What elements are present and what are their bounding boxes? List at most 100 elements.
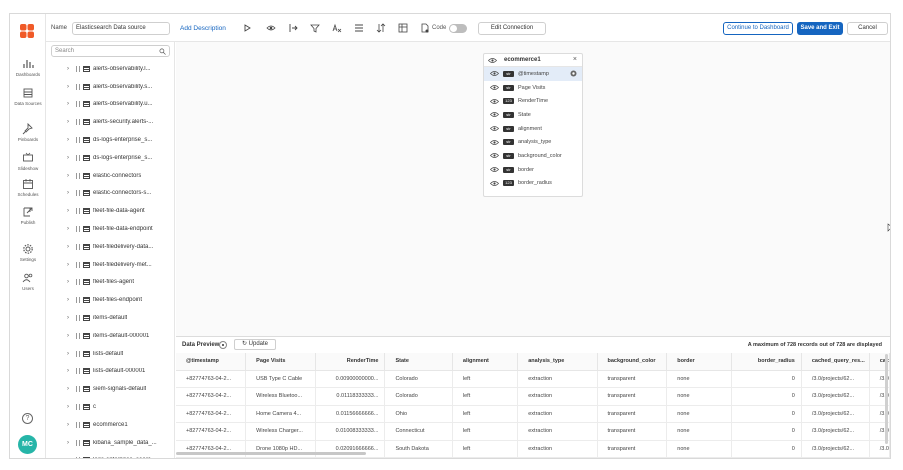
drag-handle-icon[interactable] — [76, 297, 80, 304]
rows-icon[interactable] — [354, 23, 364, 33]
chevron-right-icon[interactable]: › — [67, 173, 73, 179]
sidebar-table-item[interactable]: › items-default-000001 — [46, 327, 174, 345]
rail-item-users[interactable]: Users — [10, 272, 46, 291]
chevron-right-icon[interactable]: › — [67, 244, 73, 250]
add-description-link[interactable]: Add Description — [180, 25, 226, 32]
sidebar-table-item[interactable]: › c — [46, 398, 174, 416]
drag-handle-icon[interactable] — [76, 190, 80, 197]
help-icon[interactable]: ? — [22, 413, 33, 424]
column-header[interactable]: border — [666, 353, 733, 371]
drag-handle-icon[interactable] — [76, 154, 80, 161]
drag-handle-icon[interactable] — [76, 208, 80, 215]
drag-handle-icon[interactable] — [76, 243, 80, 250]
sidebar-table-item[interactable]: › ecommerce1 — [46, 416, 174, 434]
drag-handle-icon[interactable] — [76, 332, 80, 339]
field-row[interactable]: str border — [484, 163, 582, 177]
table-row[interactable]: +82774763-04-2... Home Camera 4... 0.01156… — [176, 405, 890, 423]
column-header[interactable]: Page Visits — [245, 353, 316, 371]
column-header[interactable]: analysis_type — [517, 353, 598, 371]
sidebar-table-item[interactable]: › items-default — [46, 309, 174, 327]
eye-icon[interactable] — [490, 139, 499, 146]
sidebar-table-item[interactable]: › ds-logs-enterprise_s... — [46, 149, 174, 167]
continue-to-dashboard-button[interactable]: Continue to Dashboard — [723, 22, 793, 35]
chevron-right-icon[interactable]: › — [67, 404, 73, 410]
chevron-right-icon[interactable]: › — [67, 262, 73, 268]
column-header[interactable]: border_radius — [731, 353, 802, 371]
rail-item-data-sources[interactable]: Data Sources — [10, 87, 46, 106]
drag-handle-icon[interactable] — [76, 119, 80, 126]
table-row[interactable]: +82774763-04-2... Wireless Bluetoo... 0.01… — [176, 387, 890, 406]
chevron-right-icon[interactable]: › — [67, 457, 73, 458]
field-row[interactable]: str State — [484, 108, 582, 122]
data-preview-toggle[interactable] — [219, 341, 227, 349]
chevron-right-icon[interactable]: › — [67, 315, 73, 321]
field-row[interactable]: str alignment — [484, 122, 582, 136]
chevron-right-icon[interactable]: › — [67, 297, 73, 303]
chevron-right-icon[interactable]: › — [67, 368, 73, 374]
horizontal-scrollbar[interactable] — [176, 452, 366, 455]
save-and-exit-button[interactable]: Save and Exit — [797, 22, 843, 35]
drag-handle-icon[interactable] — [76, 439, 80, 446]
pivot-table-icon[interactable] — [398, 23, 408, 33]
sidebar-table-item[interactable]: › fleet-files-endpoint — [46, 291, 174, 309]
drag-handle-icon[interactable] — [76, 386, 80, 393]
eye-icon[interactable] — [490, 125, 499, 132]
column-header[interactable]: State — [384, 353, 453, 371]
chevron-right-icon[interactable]: › — [67, 279, 73, 285]
drag-handle-icon[interactable] — [76, 226, 80, 233]
chevron-right-icon[interactable]: › — [67, 351, 73, 357]
field-row[interactable]: 123 border_radius — [484, 177, 582, 191]
drag-handle-icon[interactable] — [76, 137, 80, 144]
sidebar-table-item[interactable]: › elastic-connectors — [46, 167, 174, 185]
sidebar-table-item[interactable]: › lists-default-000001 — [46, 363, 174, 381]
drag-handle-icon[interactable] — [76, 83, 80, 90]
eye-icon[interactable] — [490, 180, 499, 187]
table-row[interactable]: +82774763-04-2... USB Type C Cable 0.00900… — [176, 370, 890, 388]
column-header[interactable]: alignment — [452, 353, 519, 371]
drag-handle-icon[interactable] — [76, 261, 80, 268]
column-insert-icon[interactable] — [288, 23, 298, 33]
table-card[interactable]: ecommerce1 × str @timestamp str Page Visits… — [483, 53, 583, 197]
eye-icon[interactable] — [490, 70, 499, 77]
chevron-right-icon[interactable]: › — [67, 440, 73, 446]
column-header[interactable]: RenderTime — [315, 353, 386, 371]
field-row[interactable]: str @timestamp — [484, 67, 582, 81]
column-header[interactable]: cached_query_res... — [801, 353, 870, 371]
update-button[interactable]: ↻ Update — [234, 339, 276, 350]
chevron-right-icon[interactable]: › — [67, 190, 73, 196]
eye-icon[interactable] — [266, 23, 276, 33]
sidebar-table-item[interactable]: › alerts-observability.s... — [46, 78, 174, 96]
drag-handle-icon[interactable] — [76, 368, 80, 375]
chevron-right-icon[interactable]: › — [67, 422, 73, 428]
chevron-right-icon[interactable]: › — [67, 333, 73, 339]
sidebar-table-item[interactable]: › ds-logs-enterprise_s... — [46, 131, 174, 149]
sidebar-table-item[interactable]: › alerts-security.alerts-... — [46, 113, 174, 131]
app-logo-icon[interactable] — [19, 23, 35, 39]
chevron-right-icon[interactable]: › — [67, 84, 73, 90]
sidebar-search-input[interactable]: Search — [51, 45, 170, 57]
sidebar-table-item[interactable]: › lists-default — [46, 345, 174, 363]
drag-handle-icon[interactable] — [76, 172, 80, 179]
chevron-right-icon[interactable]: › — [67, 101, 73, 107]
sidebar-table-item[interactable]: › fleet-file-data-endpoint — [46, 220, 174, 238]
sidebar-table-item[interactable]: › fleet-filedelivery-met... — [46, 256, 174, 274]
sidebar-table-item[interactable]: › siem-signals-default — [46, 380, 174, 398]
sidebar-table-item[interactable]: › fleet-files-agent — [46, 274, 174, 292]
datasource-name-input[interactable]: Elasticsearch Data source — [72, 22, 170, 35]
cancel-button[interactable]: Cancel — [847, 22, 888, 35]
rail-item-pinboards[interactable]: Pinboards — [10, 123, 46, 142]
chevron-right-icon[interactable]: › — [67, 226, 73, 232]
chevron-right-icon[interactable]: › — [67, 386, 73, 392]
sort-icon[interactable] — [376, 23, 386, 33]
settings-icon[interactable] — [570, 70, 577, 77]
drag-handle-icon[interactable] — [76, 421, 80, 428]
sidebar-table-item[interactable]: › alerts-observability.u... — [46, 96, 174, 114]
column-header[interactable]: background_color — [597, 353, 668, 371]
drag-handle-icon[interactable] — [76, 65, 80, 72]
user-avatar[interactable]: MC — [18, 435, 37, 454]
field-row[interactable]: str background_color — [484, 149, 582, 163]
eye-icon[interactable] — [490, 111, 499, 118]
drag-handle-icon[interactable] — [76, 350, 80, 357]
drag-handle-icon[interactable] — [76, 101, 80, 108]
drag-handle-icon[interactable] — [76, 457, 80, 458]
